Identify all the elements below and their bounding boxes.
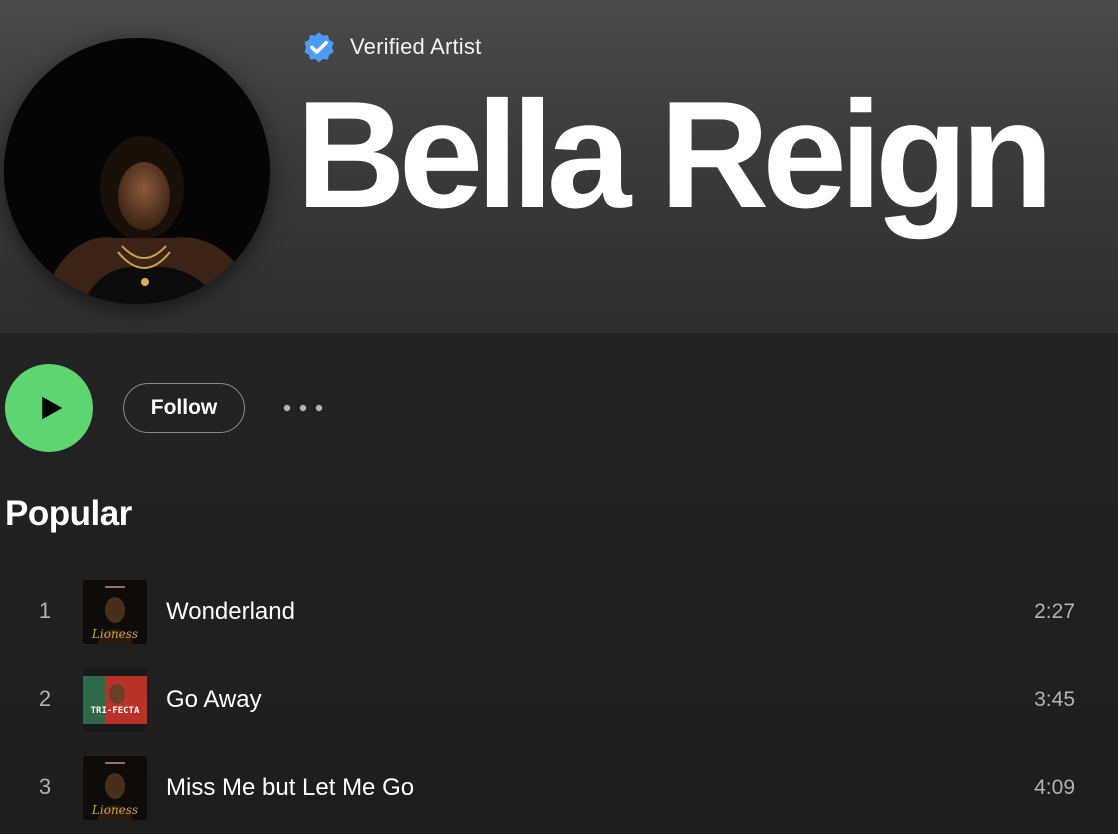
artist-avatar (4, 38, 270, 304)
artist-name: Bella Reign (296, 70, 1054, 240)
track-number: 1 (38, 598, 52, 623)
track-duration: 4:09 (1034, 776, 1075, 799)
more-options-button[interactable] (274, 392, 328, 424)
cover-title-text: Lioness (91, 803, 138, 817)
track-number: 3 (38, 774, 52, 799)
track-row[interactable]: 2 TRI-FECTA Go Away 3:45 (0, 668, 1118, 734)
track-number: 2 (38, 686, 52, 711)
track-cover-art: Lioness (83, 756, 147, 820)
track-duration: 3:45 (1034, 688, 1075, 711)
play-button[interactable] (5, 364, 93, 452)
track-row[interactable]: 1 Lioness Wonderland 2:27 (0, 580, 1118, 646)
track-title: Miss Me but Let Me Go (166, 774, 415, 801)
track-cover-art: Lioness (83, 580, 147, 644)
follow-button[interactable]: Follow (123, 383, 245, 433)
popular-section-title: Popular (5, 494, 132, 533)
track-cover-art: TRI-FECTA (83, 668, 147, 732)
track-duration: 2:27 (1034, 600, 1075, 623)
verified-artist-label: Verified Artist (350, 34, 482, 59)
track-title: Go Away (166, 686, 262, 713)
cover-title-text: Lioness (91, 627, 138, 641)
track-title: Wonderland (166, 598, 295, 625)
play-icon (42, 396, 63, 420)
cover-title-text: TRI-FECTA (91, 706, 140, 716)
track-row[interactable]: 3 Lioness Miss Me but Let Me Go 4:09 (0, 756, 1118, 822)
more-options-icon (283, 404, 323, 412)
